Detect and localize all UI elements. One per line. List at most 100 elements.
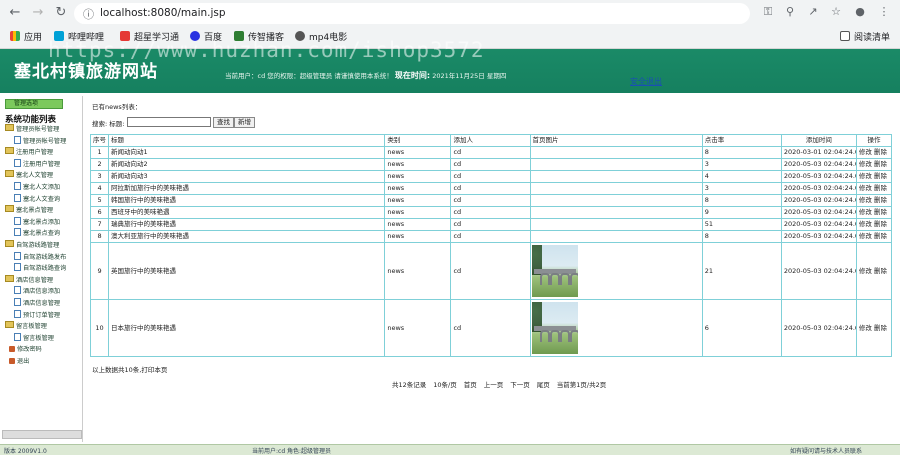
- table-row: 7 瑞典旅行中的美味艳遇 news cd 51 2020-05-03 02:04:24.0…: [89, 218, 893, 231]
- address-bar[interactable]: ⓘ localhost:8080/main.jsp: [74, 3, 750, 24]
- pager-item: 当前第1页/共2页: [556, 381, 607, 389]
- page-icon: [14, 298, 21, 306]
- reading-list[interactable]: 阅读清单: [840, 30, 890, 43]
- page-icon: [14, 158, 21, 167]
- row-category: news: [384, 230, 452, 243]
- column-header: 添加时间: [780, 134, 857, 147]
- row-category: news: [384, 170, 452, 183]
- row-category: news: [384, 206, 452, 219]
- row-no: 3: [89, 170, 110, 183]
- logout-link[interactable]: 安全退出: [630, 76, 662, 87]
- row-actions[interactable]: 修改 删除: [855, 218, 893, 231]
- table-row: 1 新闻动向动1 news cd 8 2020-03-01 02:04:24.0 修改 删除: [89, 146, 893, 159]
- row-time: 2020-05-03 02:04:24.0: [780, 158, 857, 171]
- tool-icon: [9, 346, 15, 353]
- sidebar-item[interactable]: 塞北景点管理: [5, 205, 53, 214]
- row-time: 2020-05-03 02:04:24.0: [780, 218, 857, 231]
- folder-icon: [5, 170, 14, 178]
- row-actions[interactable]: 修改 删除: [855, 242, 893, 300]
- url-text[interactable]: localhost:8080/main.jsp: [100, 7, 226, 19]
- row-title: 瑞典旅行中的美味艳遇: [108, 218, 386, 231]
- row-no: 7: [89, 218, 110, 231]
- sidebar-item[interactable]: 塞北人文添加: [14, 182, 60, 191]
- sidebar-item[interactable]: 自驾游线路查询: [14, 263, 66, 272]
- user-info: 当前用户：cd 您的权限：超级管理员 请谨慎使用本系统！ 现在时间: 2021年…: [225, 71, 507, 80]
- sidebar-item[interactable]: 注册用户管理: [5, 147, 53, 156]
- share-icon[interactable]: ↗: [805, 5, 821, 18]
- pager-item[interactable]: 尾页: [537, 381, 550, 389]
- row-actions[interactable]: 修改 删除: [855, 182, 893, 195]
- row-actions[interactable]: 修改 删除: [855, 299, 893, 357]
- row-actions[interactable]: 修改 删除: [855, 158, 893, 171]
- page-icon: [14, 286, 21, 295]
- sidebar-item[interactable]: 留言板管理: [14, 332, 54, 342]
- page-icon: [14, 193, 21, 202]
- reload-icon[interactable]: ↻: [52, 4, 70, 22]
- sidebar-item[interactable]: 管理员帐号管理: [14, 135, 66, 145]
- search-button[interactable]: 查找: [213, 117, 234, 128]
- page-icon: [14, 332, 21, 341]
- row-author: cd: [450, 218, 531, 231]
- key-icon[interactable]: ⚿: [760, 5, 776, 19]
- table-row: 4 阿拉斯加旅行中的美味艳遇 news cd 3 2020-05-03 02:04:24.…: [89, 182, 893, 195]
- row-actions[interactable]: 修改 删除: [855, 194, 893, 207]
- row-actions[interactable]: 修改 删除: [855, 170, 893, 183]
- page-icon: [14, 135, 21, 144]
- table-row: 8 澳大利亚旅行中的美味艳遇 news cd 8 2020-05-03 02:04:24.…: [89, 230, 893, 243]
- row-actions[interactable]: 修改 删除: [855, 230, 893, 243]
- now-value: 2021年11月25日 星期四: [432, 72, 507, 80]
- row-author: cd: [450, 194, 531, 207]
- sidebar-scrollbar[interactable]: [2, 430, 82, 439]
- add-button[interactable]: 新增: [234, 117, 255, 128]
- sidebar-item[interactable]: 塞北景点添加: [14, 216, 60, 226]
- pager-item[interactable]: 上一页: [484, 381, 504, 389]
- sidebar-item[interactable]: 注册用户管理: [14, 158, 60, 168]
- row-author: cd: [450, 170, 531, 183]
- sidebar-item[interactable]: 预订订单管理: [14, 309, 60, 319]
- bookmark-star-icon[interactable]: ☆: [828, 5, 844, 18]
- row-no: 2: [89, 158, 110, 171]
- sidebar-item[interactable]: 塞北人文查询: [14, 193, 60, 203]
- sidebar-item[interactable]: 修改密码: [9, 344, 42, 353]
- row-time: 2020-05-03 02:04:24.0: [780, 242, 857, 300]
- sidebar-item[interactable]: 塞北人文管理: [5, 170, 53, 179]
- bookmark-apps[interactable]: 应用: [10, 30, 42, 43]
- sidebar-tab[interactable]: 管理选项: [5, 99, 63, 109]
- row-category: news: [384, 182, 452, 195]
- row-author: cd: [450, 158, 531, 171]
- row-time: 2020-05-03 02:04:24.0: [780, 230, 857, 243]
- page-icon: [14, 263, 21, 272]
- pager-item[interactable]: 下一页: [510, 381, 530, 389]
- sidebar-item[interactable]: 自驾游线路管理: [5, 240, 59, 249]
- pager-item[interactable]: 首页: [464, 381, 477, 389]
- row-no: 8: [89, 230, 110, 243]
- profile-icon[interactable]: ●: [852, 5, 868, 18]
- row-category: news: [384, 194, 452, 207]
- row-clicks: 9: [701, 206, 782, 219]
- row-no: 10: [89, 299, 110, 357]
- folder-icon: [5, 240, 14, 247]
- sidebar-item[interactable]: 自驾游线路发布: [14, 251, 66, 261]
- sidebar-item[interactable]: 留言板管理: [5, 321, 47, 330]
- table-row: 2 新闻动向动2 news cd 3 2020-05-03 02:04:24.0 修改 删除: [89, 158, 893, 171]
- table-row: 3 新闻动向动3 news cd 4 2020-05-03 02:04:24.0 修改 删除: [89, 170, 893, 183]
- sidebar-item[interactable]: 酒店信息添加: [14, 286, 60, 295]
- bridge-photo: [531, 302, 578, 354]
- sidebar-item[interactable]: 酒店信息管理: [5, 274, 53, 284]
- page-icon: [14, 309, 21, 318]
- zoom-icon[interactable]: ⚲: [782, 5, 798, 18]
- sidebar: 管理选项 系统功能列表 管理员帐号管理 管理员帐号管理 注册用户管理 注册用户管理 塞北…: [0, 96, 83, 442]
- search-title-input[interactable]: [127, 117, 211, 127]
- sidebar-item[interactable]: 塞北景点查询: [14, 228, 60, 237]
- sidebar-item[interactable]: 酒店信息管理: [14, 298, 60, 307]
- row-actions[interactable]: 修改 删除: [855, 146, 893, 159]
- column-header: 首页图片: [529, 134, 703, 147]
- row-actions[interactable]: 修改 删除: [855, 206, 893, 219]
- sidebar-item[interactable]: 退出: [9, 356, 29, 365]
- footer-note[interactable]: 以上数据共10条,打印本页: [92, 364, 167, 374]
- back-arrow-icon[interactable]: ←: [6, 4, 24, 22]
- forward-arrow-icon[interactable]: →: [29, 4, 47, 22]
- menu-kebab-icon[interactable]: ⋮: [876, 5, 892, 18]
- info-icon[interactable]: ⓘ: [83, 6, 94, 22]
- sidebar-item[interactable]: 管理员帐号管理: [5, 124, 59, 133]
